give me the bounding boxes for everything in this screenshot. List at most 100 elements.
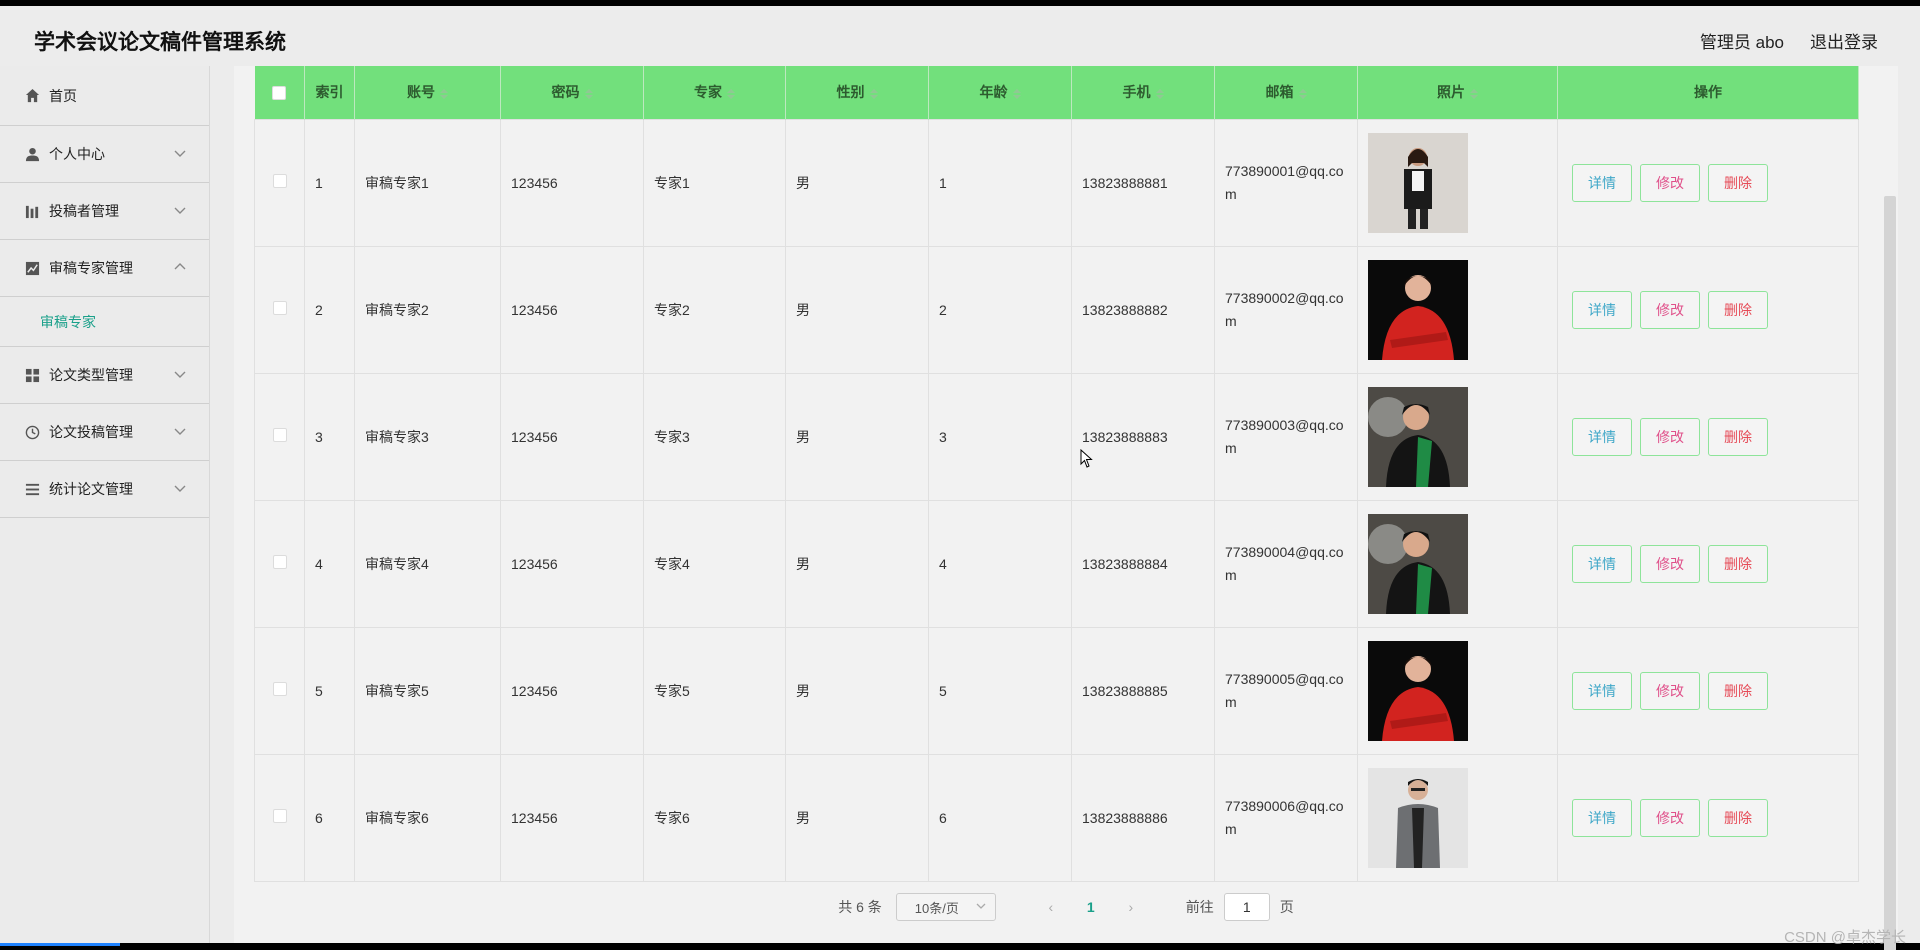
cell-phone: 13823888883 bbox=[1071, 372, 1215, 501]
detail-button[interactable]: 详情 bbox=[1572, 798, 1632, 837]
prev-page-button[interactable]: ‹ bbox=[1036, 899, 1066, 915]
table-row: 3 审稿专家3 123456 专家3 男 3 13823888883 77389… bbox=[254, 372, 1859, 501]
edit-button[interactable]: 修改 bbox=[1640, 417, 1700, 456]
expert-photo[interactable] bbox=[1368, 640, 1468, 741]
delete-button[interactable]: 删除 bbox=[1708, 163, 1768, 202]
chevron-down-icon bbox=[174, 485, 186, 492]
cell-account: 审稿专家3 bbox=[354, 372, 501, 501]
sort-icon[interactable] bbox=[1298, 88, 1307, 99]
sidebar-item-contributors[interactable]: 投稿者管理 bbox=[0, 183, 209, 240]
cell-expert: 专家1 bbox=[643, 118, 786, 247]
sort-icon[interactable] bbox=[439, 88, 448, 99]
row-checkbox[interactable] bbox=[254, 626, 305, 755]
taskbar-progress-line bbox=[0, 943, 120, 946]
column-header-index: 索引 bbox=[304, 66, 355, 119]
cell-email: 773890006@qq.com bbox=[1214, 753, 1358, 882]
cell-index: 2 bbox=[304, 245, 355, 374]
row-checkbox[interactable] bbox=[254, 372, 305, 501]
chevron-up-icon bbox=[174, 263, 186, 270]
column-header-account[interactable]: 账号 bbox=[354, 66, 501, 119]
column-header-gender[interactable]: 性别 bbox=[785, 66, 929, 119]
sidebar: 首页 个人中心 投稿者管理 审稿专家管理 审稿专家 论文类型管理 论文投稿管理 … bbox=[0, 66, 210, 943]
detail-button[interactable]: 详情 bbox=[1572, 544, 1632, 583]
delete-button[interactable]: 删除 bbox=[1708, 671, 1768, 710]
table-row: 4 审稿专家4 123456 专家4 男 4 13823888884 77389… bbox=[254, 499, 1859, 628]
trend-icon bbox=[24, 260, 40, 276]
sidebar-subitem-reviewers[interactable]: 审稿专家 bbox=[0, 297, 209, 347]
cell-photo bbox=[1357, 245, 1558, 374]
row-checkbox[interactable] bbox=[254, 118, 305, 247]
edit-button[interactable]: 修改 bbox=[1640, 290, 1700, 329]
column-header-password[interactable]: 密码 bbox=[500, 66, 644, 119]
next-page-button[interactable]: › bbox=[1116, 899, 1146, 915]
sidebar-item-reviewer-management[interactable]: 审稿专家管理 bbox=[0, 240, 209, 297]
cell-age: 5 bbox=[928, 626, 1072, 755]
column-header-expert[interactable]: 专家 bbox=[643, 66, 786, 119]
row-checkbox[interactable] bbox=[254, 245, 305, 374]
cell-phone: 13823888884 bbox=[1071, 499, 1215, 628]
sort-icon[interactable] bbox=[1012, 88, 1021, 99]
cell-phone: 13823888886 bbox=[1071, 753, 1215, 882]
cell-actions: 详情 修改 删除 bbox=[1557, 118, 1859, 247]
table-row: 6 审稿专家6 123456 专家6 男 6 13823888886 77389… bbox=[254, 753, 1859, 882]
current-page-number[interactable]: 1 bbox=[1076, 899, 1106, 915]
cell-gender: 男 bbox=[785, 753, 929, 882]
sort-icon[interactable] bbox=[726, 88, 735, 99]
grid-icon bbox=[24, 367, 40, 383]
detail-button[interactable]: 详情 bbox=[1572, 417, 1632, 456]
cell-password: 123456 bbox=[500, 245, 644, 374]
page-size-select[interactable]: 10条/页 bbox=[895, 893, 996, 921]
edit-button[interactable]: 修改 bbox=[1640, 544, 1700, 583]
expert-photo[interactable] bbox=[1368, 132, 1468, 233]
select-all-checkbox[interactable] bbox=[254, 66, 305, 119]
expert-photo[interactable] bbox=[1368, 259, 1468, 360]
cell-index: 3 bbox=[304, 372, 355, 501]
goto-page-input[interactable]: 1 bbox=[1223, 893, 1270, 921]
row-checkbox[interactable] bbox=[254, 753, 305, 882]
delete-button[interactable]: 删除 bbox=[1708, 798, 1768, 837]
edit-button[interactable]: 修改 bbox=[1640, 671, 1700, 710]
cell-phone: 13823888885 bbox=[1071, 626, 1215, 755]
top-header: 学术会议论文稿件管理系统 管理员 abo 退出登录 bbox=[0, 6, 1920, 66]
sidebar-item-paper-types[interactable]: 论文类型管理 bbox=[0, 347, 209, 404]
column-header-email[interactable]: 邮箱 bbox=[1214, 66, 1358, 119]
detail-button[interactable]: 详情 bbox=[1572, 163, 1632, 202]
expert-photo[interactable] bbox=[1368, 767, 1468, 868]
logout-button[interactable]: 退出登录 bbox=[1810, 28, 1878, 53]
delete-button[interactable]: 删除 bbox=[1708, 544, 1768, 583]
cell-account: 审稿专家1 bbox=[354, 118, 501, 247]
current-user-label[interactable]: 管理员 abo bbox=[1700, 28, 1784, 53]
sidebar-item-home[interactable]: 首页 bbox=[0, 66, 209, 126]
column-header-photo[interactable]: 照片 bbox=[1357, 66, 1558, 119]
cell-actions: 详情 修改 删除 bbox=[1557, 372, 1859, 501]
cell-index: 4 bbox=[304, 499, 355, 628]
cell-password: 123456 bbox=[500, 372, 644, 501]
sort-icon[interactable] bbox=[869, 88, 878, 99]
sort-icon[interactable] bbox=[1469, 88, 1478, 99]
delete-button[interactable]: 删除 bbox=[1708, 417, 1768, 456]
expert-photo[interactable] bbox=[1368, 386, 1468, 487]
cell-index: 5 bbox=[304, 626, 355, 755]
table-row: 1 审稿专家1 123456 专家1 男 1 13823888881 77389… bbox=[254, 118, 1859, 247]
cell-email: 773890001@qq.com bbox=[1214, 118, 1358, 247]
detail-button[interactable]: 详情 bbox=[1572, 290, 1632, 329]
cell-expert: 专家2 bbox=[643, 245, 786, 374]
clock-icon bbox=[24, 424, 40, 440]
sidebar-item-paper-submissions[interactable]: 论文投稿管理 bbox=[0, 404, 209, 461]
cell-age: 3 bbox=[928, 372, 1072, 501]
sidebar-item-label: 个人中心 bbox=[49, 146, 105, 162]
edit-button[interactable]: 修改 bbox=[1640, 163, 1700, 202]
expert-photo[interactable] bbox=[1368, 513, 1468, 614]
edit-button[interactable]: 修改 bbox=[1640, 798, 1700, 837]
sidebar-item-paper-statistics[interactable]: 统计论文管理 bbox=[0, 461, 209, 518]
column-header-phone[interactable]: 手机 bbox=[1071, 66, 1215, 119]
column-header-age[interactable]: 年龄 bbox=[928, 66, 1072, 119]
sort-icon[interactable] bbox=[584, 88, 593, 99]
detail-button[interactable]: 详情 bbox=[1572, 671, 1632, 710]
sidebar-item-personal-center[interactable]: 个人中心 bbox=[0, 126, 209, 183]
sort-icon[interactable] bbox=[1155, 88, 1164, 99]
delete-button[interactable]: 删除 bbox=[1708, 290, 1768, 329]
row-checkbox[interactable] bbox=[254, 499, 305, 628]
vertical-scrollbar[interactable] bbox=[1884, 196, 1896, 950]
cell-photo bbox=[1357, 753, 1558, 882]
